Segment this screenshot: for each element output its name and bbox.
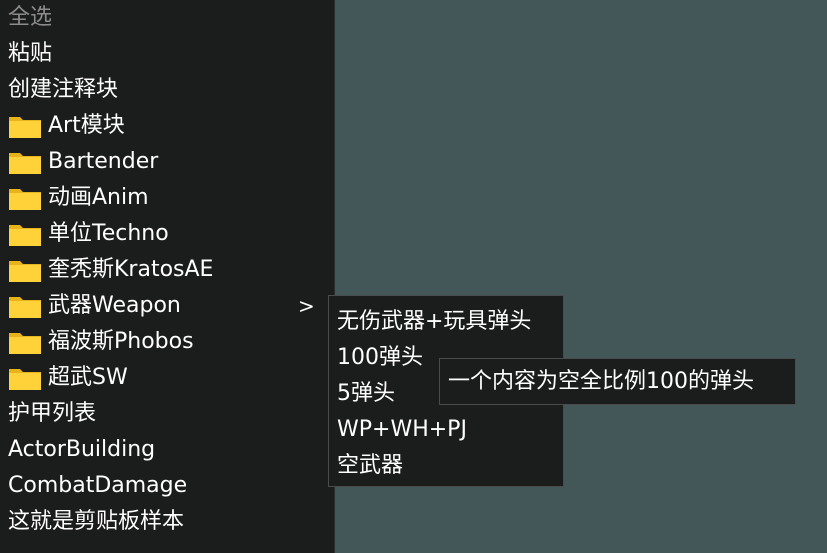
tooltip: 一个内容为空全比例100的弹头 (439, 358, 796, 405)
menu-item-label: 这就是剪贴板样本 (8, 509, 185, 534)
menu-item-label: 全选 (8, 5, 53, 30)
menu-item-folder-bartender[interactable]: Bartender (0, 144, 334, 180)
menu-item-paste[interactable]: 粘贴 (0, 36, 334, 72)
menu-item-label: 粘贴 (8, 41, 53, 66)
submenu-item-harmless-weapon[interactable]: 无伤武器+玩具弹头 (329, 304, 563, 340)
menu-item-label: 单位Techno (48, 221, 169, 246)
context-menu: 全选 粘贴 创建注释块 Art模块 Bartender 动画Anim 单位Tec… (0, 0, 335, 553)
menu-item-label: 护甲列表 (8, 401, 97, 426)
menu-item-folder-techno[interactable]: 单位Techno (0, 216, 334, 252)
menu-item-folder-anim[interactable]: 动画Anim (0, 180, 334, 216)
folder-icon (9, 333, 41, 354)
folder-icon (9, 369, 41, 390)
folder-icon (9, 261, 41, 282)
menu-item-actor-building[interactable]: ActorBuilding (0, 432, 334, 468)
menu-item-select-all[interactable]: 全选 (0, 0, 334, 36)
menu-item-label: ActorBuilding (8, 437, 156, 462)
menu-item-label: 超武SW (48, 365, 128, 390)
desktop-background: 全选 粘贴 创建注释块 Art模块 Bartender 动画Anim 单位Tec… (0, 0, 827, 553)
menu-item-folder-sw[interactable]: 超武SW (0, 360, 334, 396)
menu-item-armor-list[interactable]: 护甲列表 (0, 396, 334, 432)
submenu-arrow-icon: > (298, 294, 315, 318)
folder-icon (9, 297, 41, 318)
menu-item-label: 武器Weapon (48, 293, 181, 318)
menu-item-label: Bartender (48, 149, 159, 174)
folder-icon (9, 189, 41, 210)
submenu-item-empty-weapon[interactable]: 空武器 (329, 448, 563, 484)
menu-item-combat-damage[interactable]: CombatDamage (0, 468, 334, 504)
submenu-item-wp-wh-pj[interactable]: WP+WH+PJ (329, 412, 563, 448)
menu-item-label: 奎秃斯KratosAE (48, 257, 214, 282)
menu-item-folder-weapon[interactable]: 武器Weapon > (0, 288, 334, 324)
menu-item-create-comment-block[interactable]: 创建注释块 (0, 72, 334, 108)
menu-item-folder-kratos[interactable]: 奎秃斯KratosAE (0, 252, 334, 288)
menu-item-folder-art[interactable]: Art模块 (0, 108, 334, 144)
menu-item-label: CombatDamage (8, 473, 188, 498)
menu-item-folder-phobos[interactable]: 福波斯Phobos (0, 324, 334, 360)
menu-item-label: 福波斯Phobos (48, 329, 194, 354)
menu-item-clipboard-sample[interactable]: 这就是剪贴板样本 (0, 504, 334, 540)
menu-item-label: 动画Anim (48, 185, 149, 210)
folder-icon (9, 225, 41, 246)
menu-item-label: 创建注释块 (8, 77, 119, 102)
menu-item-label: Art模块 (48, 113, 125, 138)
folder-icon (9, 117, 41, 138)
folder-icon (9, 153, 41, 174)
